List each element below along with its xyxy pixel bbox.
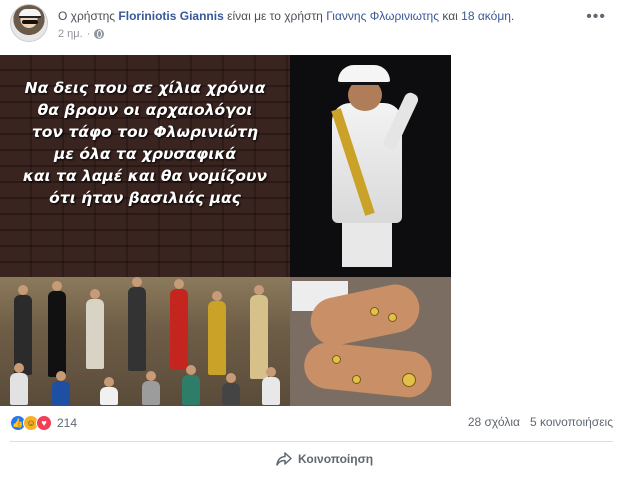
comments-count-link[interactable]: 28 σχόλια [468,415,520,429]
quote-line: τον τάφο του Φλωρινιώτη [31,123,259,141]
gold-ring [402,373,416,387]
trousers [342,223,392,267]
admiral-photo-panel [290,55,451,277]
author-name-link[interactable]: Floriniotis Giannis [118,9,223,23]
collage-figure [222,373,240,405]
quote-line: θα βρουν οι αρχαιολόγοι [37,101,253,119]
image-quote: Να δεις που σε χίλια χρόνια θα βρουν οι … [6,77,284,209]
collage-figure [10,363,28,405]
quote-line: με όλα τα χρυσαφικά [54,145,236,163]
post-timestamp[interactable]: 2 ημ. [58,28,83,40]
outfits-collage-panel [0,277,290,406]
collage-figure [100,377,118,405]
header-suffix: . [510,9,515,23]
share-button[interactable]: Κοινοποίηση [276,452,373,466]
share-arrow-icon [276,452,292,466]
quote-line: ότι ήταν βασιλιάς μας [49,189,241,207]
collage-figure [262,367,280,405]
share-label: Κοινοποίηση [298,452,374,466]
feed-post: Ο χρήστης Floriniotis Giannis είναι με τ… [0,0,622,478]
jeweled-hands-panel [290,277,451,406]
quote-panel: Να δεις που σε χίλια χρόνια θα βρουν οι … [0,55,290,277]
reactions-summary[interactable]: 👍 ☺ ♥ 214 [10,415,77,431]
collage-figure [142,371,160,405]
avatar-cap [19,9,41,18]
collage-figure [250,285,268,379]
love-icon: ♥ [36,415,52,431]
actions-divider [10,441,613,442]
tagged-others-link[interactable]: 18 ακόμη [461,9,511,23]
meta-separator: · [86,28,91,40]
post-header: Ο χρήστης Floriniotis Giannis είναι με τ… [10,4,610,44]
collage-figure [52,371,70,405]
collage-figure [128,277,146,371]
header-middle: είναι με το χρήστη [227,9,323,23]
tagged-user-link[interactable]: Γιαννης Φλωρινιωτης [326,9,439,23]
collage-figure [182,365,200,405]
quote-line: Να δεις που σε χίλια χρόνια [24,79,266,97]
author-avatar[interactable] [10,4,48,42]
post-image[interactable]: Να δεις που σε χίλια χρόνια θα βρουν οι … [0,55,451,406]
lower-hand [301,340,435,400]
engagement-counts: 28 σχόλια 5 κοινοποιήσεις [468,415,613,429]
collage-figure [48,281,66,377]
gold-ring [332,355,341,364]
captain-hat [338,65,390,85]
gold-ring [388,313,397,322]
quote-line: και τα λαμέ και θα νομίζουν [22,167,268,185]
shares-count-link[interactable]: 5 κοινοποιήσεις [530,415,613,429]
header-joiner: και [442,9,458,23]
gold-ring [370,307,379,316]
collage-figure [170,279,188,369]
gold-ring [352,375,361,384]
post-stats: 👍 ☺ ♥ 214 28 σχόλια 5 κοινοποιήσεις [10,415,613,433]
globe-icon [94,29,105,39]
more-options-icon[interactable]: ••• [586,8,606,26]
post-header-line: Ο χρήστης Floriniotis Giannis είναι με τ… [58,9,514,23]
collage-figure [208,291,226,375]
avatar-glasses [22,20,38,24]
header-prefix: Ο χρήστης [58,9,116,23]
post-meta: 2 ημ. · [58,28,105,40]
reaction-count[interactable]: 214 [57,416,77,430]
collage-figure [86,289,104,369]
